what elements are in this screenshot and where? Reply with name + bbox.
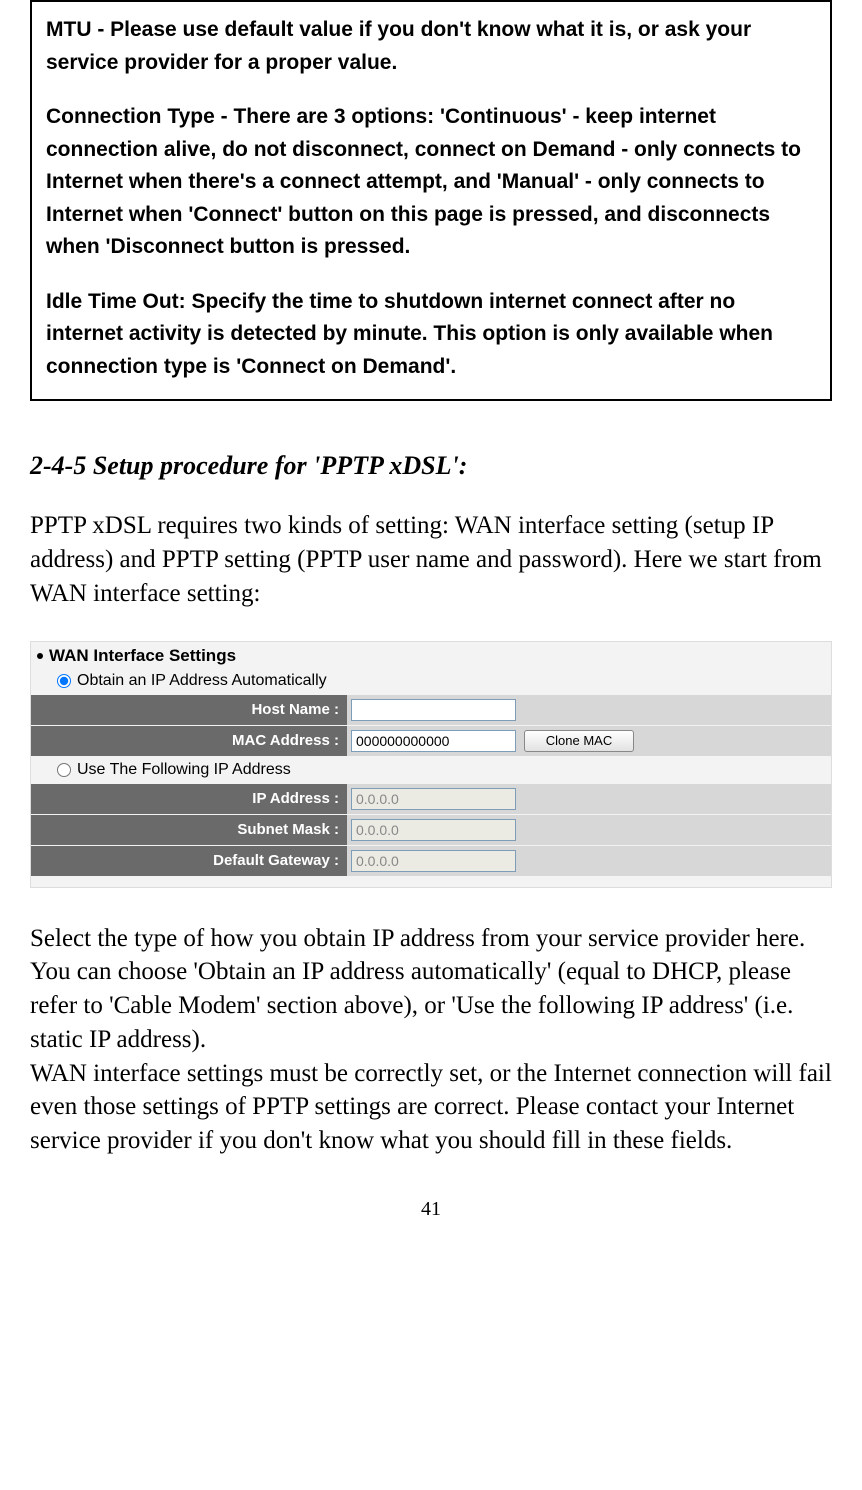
after-paragraph-2: WAN interface settings must be correctly… bbox=[30, 1057, 832, 1158]
ip-address-label: IP Address : bbox=[31, 784, 347, 814]
default-gateway-input bbox=[351, 850, 516, 872]
default-gateway-label: Default Gateway : bbox=[31, 846, 347, 876]
mac-address-input[interactable] bbox=[351, 730, 516, 752]
radio-obtain-auto-row[interactable]: Obtain an IP Address Automatically bbox=[31, 668, 831, 694]
mac-address-row: MAC Address : Clone MAC bbox=[31, 726, 831, 756]
radio-static-ip-label: Use The Following IP Address bbox=[77, 761, 291, 779]
wan-panel-title: WAN Interface Settings bbox=[49, 646, 236, 666]
ip-address-input bbox=[351, 788, 516, 810]
info-p1: MTU - Please use default value if you do… bbox=[46, 14, 816, 79]
info-p3: Idle Time Out: Specify the time to shutd… bbox=[46, 286, 816, 384]
clone-mac-button[interactable]: Clone MAC bbox=[524, 730, 634, 752]
subnet-mask-input bbox=[351, 819, 516, 841]
default-gateway-row: Default Gateway : bbox=[31, 846, 831, 876]
radio-static-ip-row[interactable]: Use The Following IP Address bbox=[31, 757, 831, 783]
host-name-label: Host Name : bbox=[31, 695, 347, 725]
subnet-mask-content bbox=[347, 815, 831, 845]
ip-address-row: IP Address : bbox=[31, 784, 831, 814]
intro-paragraph: PPTP xDSL requires two kinds of setting:… bbox=[30, 509, 832, 610]
mac-address-content: Clone MAC bbox=[347, 726, 831, 756]
section-heading: 2-4-5 Setup procedure for 'PPTP xDSL': bbox=[30, 451, 832, 481]
mac-address-label: MAC Address : bbox=[31, 726, 347, 756]
ip-address-content bbox=[347, 784, 831, 814]
host-name-content bbox=[347, 695, 831, 725]
host-name-input[interactable] bbox=[351, 699, 516, 721]
after-paragraph-1: Select the type of how you obtain IP add… bbox=[30, 922, 832, 1057]
host-name-row: Host Name : bbox=[31, 695, 831, 725]
wan-panel-header: WAN Interface Settings bbox=[31, 642, 831, 668]
radio-static-ip[interactable] bbox=[57, 763, 71, 777]
wan-interface-settings-panel: WAN Interface Settings Obtain an IP Addr… bbox=[30, 641, 832, 888]
default-gateway-content bbox=[347, 846, 831, 876]
page-number: 41 bbox=[30, 1198, 832, 1221]
radio-obtain-auto-label: Obtain an IP Address Automatically bbox=[77, 672, 327, 690]
bullet-icon bbox=[37, 653, 43, 659]
info-p2: Connection Type - There are 3 options: '… bbox=[46, 101, 816, 264]
radio-obtain-auto[interactable] bbox=[57, 674, 71, 688]
info-box: MTU - Please use default value if you do… bbox=[30, 0, 832, 401]
subnet-mask-row: Subnet Mask : bbox=[31, 815, 831, 845]
subnet-mask-label: Subnet Mask : bbox=[31, 815, 347, 845]
